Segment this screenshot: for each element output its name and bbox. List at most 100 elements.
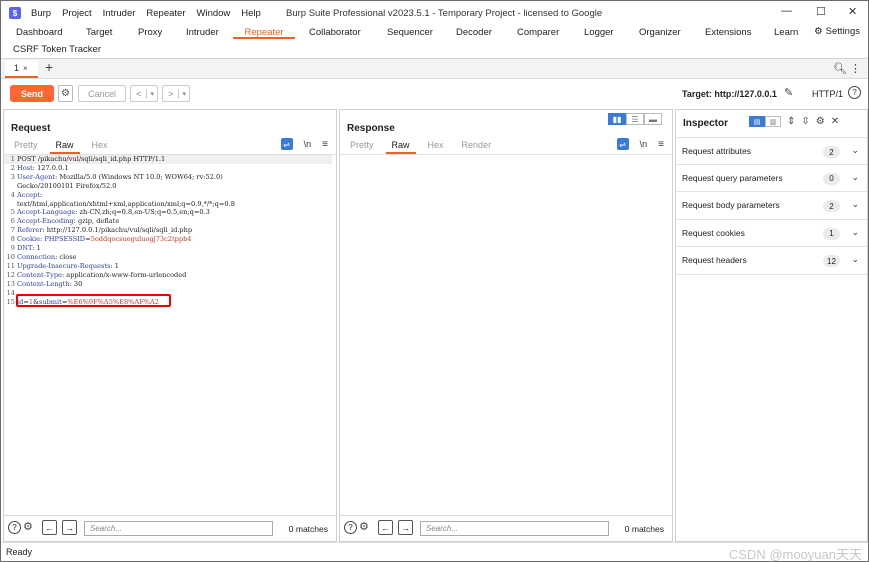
window-title: Burp Suite Professional v2023.5.1 - Temp… <box>286 8 603 19</box>
editor-line: 3 User-Agent: Mozilla/5.0 (Windows NT 10.… <box>4 173 332 182</box>
chevron-down-icon[interactable]: ⌄ <box>851 145 859 156</box>
tab-extensions[interactable]: Extensions <box>705 27 751 38</box>
close-icon[interactable]: ✕ <box>831 116 839 127</box>
inspector-section[interactable]: Request headers 12 ⌄ <box>676 247 867 275</box>
cancel-button[interactable]: Cancel <box>78 85 126 102</box>
menu-burp[interactable]: Burp <box>31 8 51 19</box>
close-tab-icon[interactable]: × <box>23 64 28 73</box>
tab-hex[interactable]: Hex <box>92 140 108 152</box>
menu-intruder[interactable]: Intruder <box>103 8 136 19</box>
history-back-button[interactable]: < ▾ <box>130 85 158 102</box>
tab-sequencer[interactable]: Sequencer <box>387 27 433 38</box>
settings-label: Settings <box>825 26 860 37</box>
response-search-bar: ? ⚙ ← → Search... 0 matches <box>340 515 672 541</box>
minimize-icon[interactable]: — <box>781 5 792 17</box>
layout-side-by-side-icon[interactable]: ▮▮ <box>608 113 626 125</box>
hamburger-menu-icon[interactable]: ≡ <box>322 139 328 150</box>
expand-all-icon[interactable]: ⇕ <box>787 116 795 127</box>
inspector-section[interactable]: Request query parameters 0 ⌄ <box>676 165 867 192</box>
line-text: Host: 127.0.0.1 <box>17 163 69 172</box>
tab-comparer[interactable]: Comparer <box>517 27 559 38</box>
inspector-section[interactable]: Request body parameters 2 ⌄ <box>676 192 867 220</box>
tab-collaborator[interactable]: Collaborator <box>309 27 361 38</box>
tab-proxy[interactable]: Proxy <box>138 27 162 38</box>
layout-tabs-icon[interactable]: ▬ <box>644 113 662 125</box>
menu-help[interactable]: Help <box>241 8 261 19</box>
tab-organizer[interactable]: Organizer <box>639 27 681 38</box>
line-text: text/html,application/xhtml+xml,applicat… <box>17 199 235 208</box>
tab-hex[interactable]: Hex <box>428 140 444 152</box>
help-icon[interactable]: ? <box>344 521 357 534</box>
tab-csrf-token-tracker[interactable]: CSRF Token Tracker <box>13 44 101 55</box>
tab-target[interactable]: Target <box>86 27 112 38</box>
gear-icon[interactable]: ⚙ <box>23 520 33 533</box>
gear-icon[interactable]: ⚙ <box>359 520 369 533</box>
line-number: 8 <box>10 235 15 244</box>
gear-icon: ⚙ <box>814 26 823 37</box>
history-forward-button[interactable]: > ▾ <box>162 85 190 102</box>
chevron-down-icon[interactable]: ⌄ <box>851 172 859 183</box>
dropdown-icon[interactable]: ▾ <box>147 90 157 98</box>
tab-repeater[interactable]: Repeater <box>233 27 295 39</box>
layout-columns-icon[interactable]: ▥ <box>765 116 781 127</box>
tab-pretty[interactable]: Pretty <box>14 140 38 152</box>
dropdown-icon[interactable]: ▾ <box>179 90 189 98</box>
arrow-left-icon[interactable]: ← <box>42 520 57 535</box>
close-window-icon[interactable]: ✕ <box>848 5 857 18</box>
menu-repeater[interactable]: Repeater <box>146 8 185 19</box>
tab-dashboard[interactable]: Dashboard <box>16 27 62 38</box>
line-text: DNT: 1 <box>17 244 41 253</box>
hamburger-menu-icon[interactable]: ≡ <box>658 139 664 150</box>
collapse-all-icon[interactable]: ⇳ <box>801 116 809 127</box>
header-value: Mozilla/5.0 (Windows NT 10.0; WOW64; rv:… <box>59 172 223 181</box>
send-button[interactable]: Send <box>10 85 54 102</box>
word-wrap-icon[interactable]: ⇌ <box>616 138 629 150</box>
repeater-tab-label: 1 <box>14 63 20 73</box>
tab-pretty[interactable]: Pretty <box>350 140 374 152</box>
header-name: Cookie <box>17 235 40 244</box>
header-name: Referer <box>17 226 43 235</box>
chevron-down-icon[interactable]: ⌄ <box>851 199 859 210</box>
search-icon[interactable]: 🔍︎ <box>833 62 847 75</box>
help-icon[interactable]: ? <box>8 521 21 534</box>
inspector-section[interactable]: Request attributes 2 ⌄ <box>676 137 867 165</box>
tab-decoder[interactable]: Decoder <box>456 27 492 38</box>
header-name: Accept-Encoding <box>17 217 74 226</box>
layout-list-icon[interactable]: ▤ <box>749 116 765 127</box>
tab-logger[interactable]: Logger <box>584 27 614 38</box>
tab-render[interactable]: Render <box>462 140 492 152</box>
chevron-down-icon[interactable]: ⌄ <box>851 227 859 238</box>
menu-window[interactable]: Window <box>197 8 231 19</box>
send-options-gear-icon[interactable]: ⚙ <box>58 85 73 102</box>
arrow-right-icon[interactable]: → <box>398 520 413 535</box>
edit-target-pencil-icon[interactable]: ✎ <box>784 86 793 99</box>
header-name: Upgrade-Insecure-Requests <box>17 261 111 270</box>
menu-project[interactable]: Project <box>62 8 92 19</box>
tab-learn[interactable]: Learn <box>774 27 798 38</box>
repeater-tab-1[interactable]: 1 × <box>5 60 38 78</box>
maximize-icon[interactable]: ☐ <box>816 5 826 18</box>
chevron-down-icon[interactable]: ⌄ <box>851 254 859 265</box>
arrow-left-icon[interactable]: ← <box>378 520 393 535</box>
editor-line: 12 Content-Type: application/x-www-form-u… <box>4 271 332 280</box>
tab-raw[interactable]: Raw <box>49 140 80 154</box>
add-tab-icon[interactable]: + <box>45 59 53 75</box>
status-bar: Ready CSDN @mooyuan天天 <box>1 542 868 561</box>
http-version-toggle[interactable]: HTTP/1 <box>812 89 843 99</box>
settings-button[interactable]: ⚙ Settings <box>814 26 860 37</box>
tab-intruder[interactable]: Intruder <box>186 27 219 38</box>
newline-icon[interactable]: \n <box>304 139 312 149</box>
tab-raw[interactable]: Raw <box>385 140 416 154</box>
layout-stacked-icon[interactable]: ☰ <box>626 113 644 125</box>
more-options-icon[interactable]: ⋮ <box>850 62 861 75</box>
request-editor[interactable]: 1 POST /pikachu/vul/sqli/sqli_id.php HTTP… <box>4 155 332 306</box>
gear-icon[interactable]: ⚙ <box>816 116 825 127</box>
word-wrap-icon[interactable]: ⇌ <box>280 138 293 150</box>
arrow-right-icon[interactable]: → <box>62 520 77 535</box>
search-input[interactable]: Search... <box>420 521 609 536</box>
search-input[interactable]: Search... <box>84 521 273 536</box>
inspector-section[interactable]: Request cookies 1 ⌄ <box>676 220 867 247</box>
help-icon[interactable]: ? <box>848 86 861 99</box>
newline-icon[interactable]: \n <box>640 139 648 149</box>
header-value: gzip, deflate <box>78 217 120 226</box>
